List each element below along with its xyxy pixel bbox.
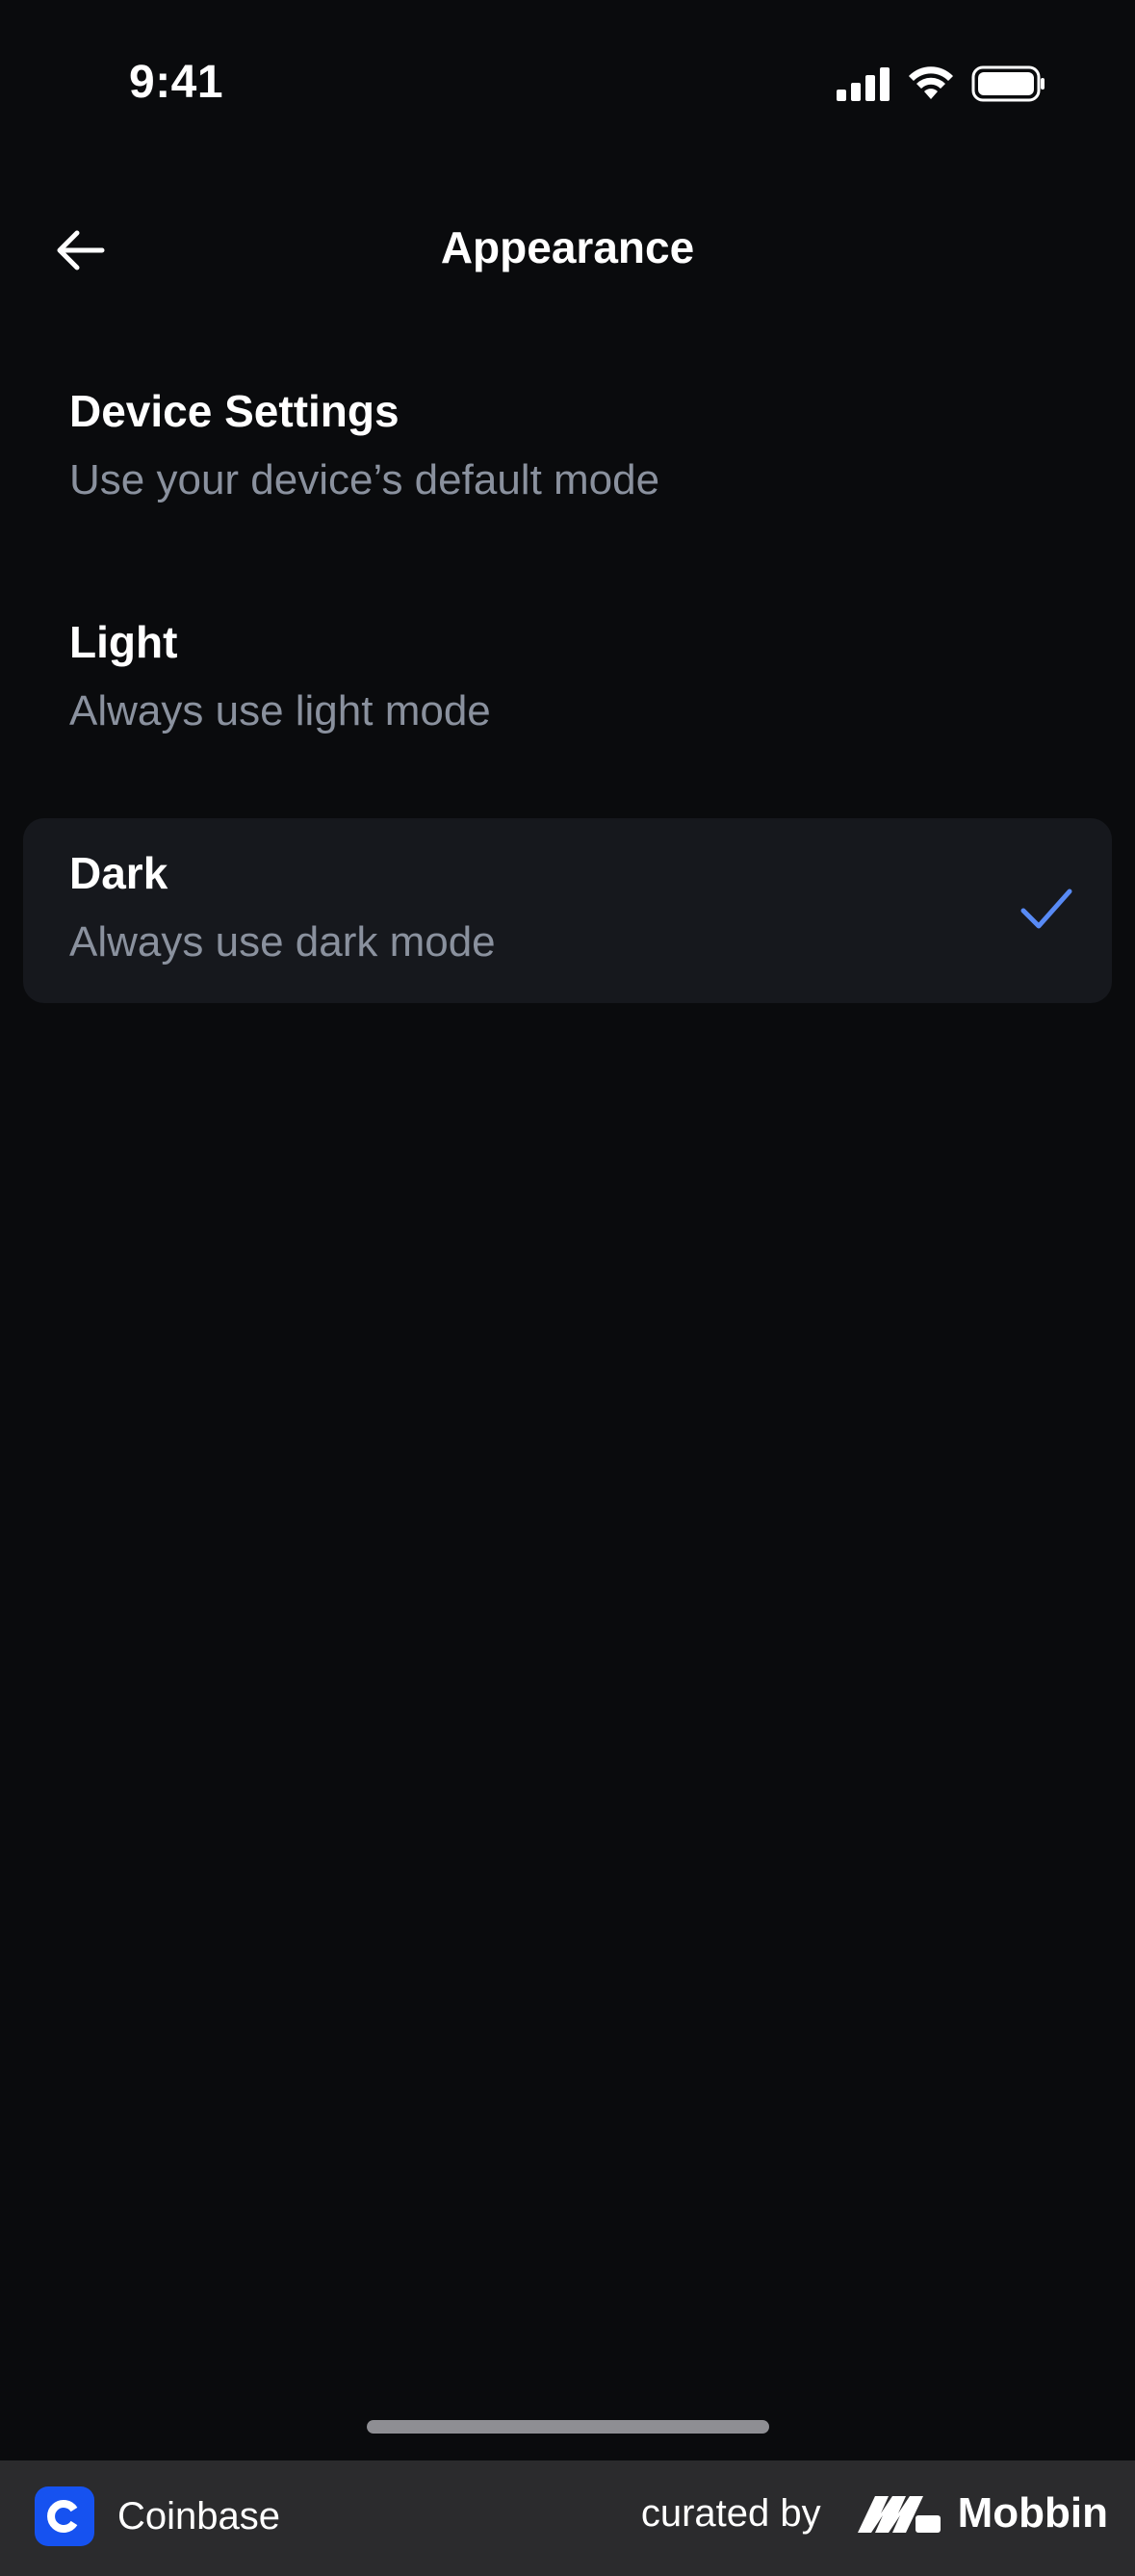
appearance-options: Device Settings Use your device’s defaul… [23, 356, 1112, 1049]
page-title: Appearance [440, 222, 695, 272]
option-subtitle: Always use light mode [69, 687, 491, 734]
coinbase-logo-icon [35, 2486, 94, 2546]
mobbin-logo-icon [857, 2496, 941, 2533]
footer-credit: curated by Mobbin [641, 2489, 1108, 2537]
status-time: 9:41 [129, 57, 224, 108]
option-subtitle: Always use dark mode [69, 918, 496, 966]
option-title: Device Settings [69, 386, 400, 436]
option-light[interactable]: Light Always use light mode [23, 587, 1112, 772]
footer-app: Coinbase [35, 2486, 280, 2546]
option-title: Light [69, 617, 178, 667]
footer-bar: Coinbase curated by Mobbin [0, 2460, 1135, 2576]
cellular-signal-icon [837, 67, 890, 101]
home-indicator [367, 2420, 769, 2434]
battery-icon [971, 65, 1045, 102]
status-icons [837, 65, 1046, 102]
curated-by-text: curated by [640, 2491, 821, 2535]
option-title: Dark [69, 848, 168, 898]
nav-bar: Appearance [0, 193, 1135, 308]
option-device-settings[interactable]: Device Settings Use your device’s defaul… [23, 356, 1112, 541]
checkmark-icon [1020, 889, 1072, 929]
app-name: Coinbase [117, 2494, 281, 2537]
wifi-icon [909, 66, 953, 99]
option-dark[interactable]: Dark Always use dark mode [23, 818, 1112, 1003]
status-bar: 9:41 [0, 0, 1135, 169]
option-subtitle: Use your device’s default mode [69, 456, 660, 503]
brand-name: Mobbin [957, 2489, 1108, 2537]
